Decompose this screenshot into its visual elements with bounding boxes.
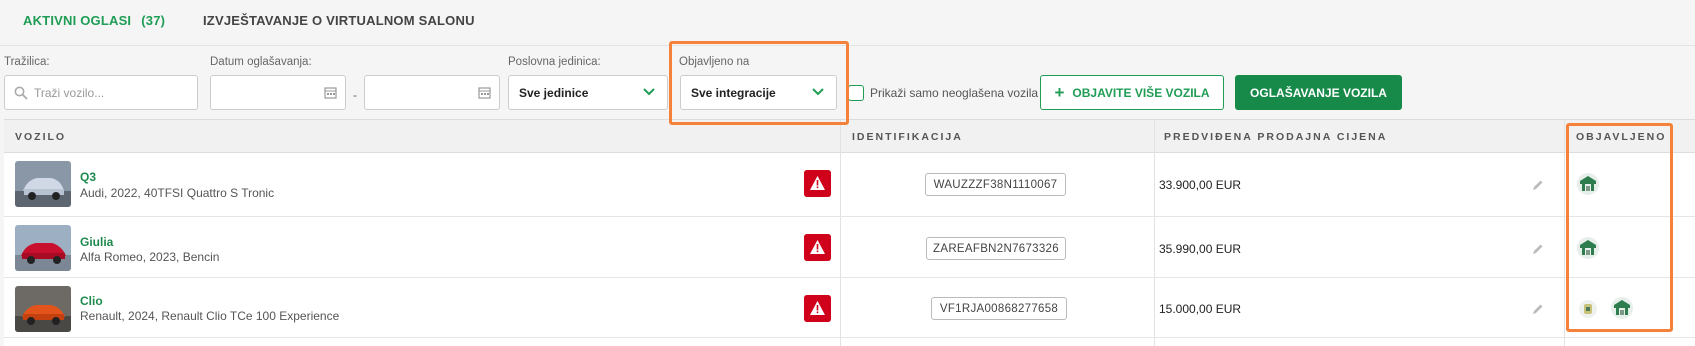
pencil-icon[interactable] <box>1532 179 1544 191</box>
warning-icon[interactable] <box>804 170 831 197</box>
vehicle-model-link[interactable]: Q3 <box>80 170 96 184</box>
vehicle-thumbnail[interactable] <box>15 225 71 271</box>
search-icon <box>14 86 28 100</box>
chevron-down-icon <box>812 88 824 96</box>
vehicle-details: Audi, 2022, 40TFSI Quattro S Tronic <box>80 186 275 200</box>
tab-bar: AKTIVNI OGLASI (37) IZVJEŠTAVANJE O VIRTU… <box>0 0 1695 46</box>
date-from-input[interactable] <box>210 75 346 110</box>
vehicles-table: VOZILO IDENTIFIKACIJA PREDVIĐENA PRODAJN… <box>4 119 1695 346</box>
table-header: VOZILO IDENTIFIKACIJA PREDVIĐENA PRODAJN… <box>4 120 1695 153</box>
only-unadvertised-label: Prikaži samo neoglašena vozila <box>870 86 1039 100</box>
integration-logo-icon <box>1611 297 1633 319</box>
publish-more-button[interactable]: + OBJAVITE VIŠE VOZILA <box>1040 75 1224 110</box>
vehicle-details: Alfa Romeo, 2023, Bencin <box>80 250 220 264</box>
date-label: Datum oglašavanja: <box>210 56 312 68</box>
pencil-icon[interactable] <box>1532 303 1544 315</box>
price-value: 15.000,00 EUR <box>1159 302 1242 316</box>
table-row[interactable]: Giulia Alfa Romeo, 2023, Bencin ZAREAFBN… <box>4 217 1695 278</box>
column-header-published[interactable]: OBJAVLJENO <box>1576 131 1666 143</box>
vin-badge: VF1RJA00868277658 <box>931 297 1067 320</box>
table-row[interactable]: Clio Renault, 2024, Renault Clio TCe 100… <box>4 278 1695 338</box>
warning-icon[interactable] <box>804 234 831 261</box>
search-placeholder: Traži vozilo... <box>34 86 105 100</box>
column-header-vehicle[interactable]: VOZILO <box>15 131 66 143</box>
pencil-icon[interactable] <box>1532 243 1544 255</box>
vin-badge: ZAREAFBN2N7673326 <box>926 237 1066 260</box>
calendar-icon[interactable] <box>478 86 491 99</box>
tab-active-ads-count: (37) <box>141 13 166 28</box>
warning-icon[interactable] <box>804 295 831 322</box>
integration-logo-small-icon <box>1579 300 1597 318</box>
tab-active-ads[interactable]: AKTIVNI OGLASI (37) <box>23 13 165 28</box>
chevron-down-icon <box>643 88 655 96</box>
vin-badge: WAUZZZF38N1110067 <box>925 173 1066 196</box>
plus-icon: + <box>1054 83 1065 102</box>
vehicle-thumbnail[interactable] <box>15 161 71 207</box>
vehicle-model-link[interactable]: Clio <box>80 294 103 308</box>
tab-virtual-showroom-report[interactable]: IZVJEŠTAVANJE O VIRTUALNOM SALONU <box>203 13 475 28</box>
date-separator: - <box>353 88 357 102</box>
vehicle-model-link[interactable]: Giulia <box>80 235 113 249</box>
business-unit-value: Sve jedinice <box>519 86 589 100</box>
column-header-identification[interactable]: IDENTIFIKACIJA <box>852 131 963 143</box>
advertise-vehicle-button[interactable]: OGLAŠAVANJE VOZILA <box>1235 75 1402 110</box>
business-unit-select[interactable]: Sve jedinice <box>508 75 668 110</box>
calendar-icon[interactable] <box>324 86 337 99</box>
business-unit-label: Poslovna jedinica: <box>508 56 601 68</box>
date-to-input[interactable] <box>364 75 500 110</box>
published-on-value: Sve integracije <box>691 86 776 100</box>
vehicle-details: Renault, 2024, Renault Clio TCe 100 Expe… <box>80 309 340 323</box>
only-unadvertised-checkbox[interactable] <box>848 85 864 101</box>
integration-logo-icon <box>1577 173 1599 195</box>
price-value: 35.990,00 EUR <box>1159 242 1242 256</box>
search-field[interactable]: Traži vozilo... <box>4 75 198 110</box>
vehicle-thumbnail[interactable] <box>15 286 71 332</box>
tab-active-ads-label: AKTIVNI OGLASI <box>23 13 132 28</box>
column-header-price[interactable]: PREDVIĐENA PRODAJNA CIJENA <box>1164 131 1387 143</box>
search-label: Tražilica: <box>4 56 50 68</box>
published-on-label: Objavljeno na <box>679 56 750 68</box>
publish-more-label: OBJAVITE VIŠE VOZILA <box>1072 85 1210 100</box>
table-row[interactable]: Q3 Audi, 2022, 40TFSI Quattro S Tronic W… <box>4 153 1695 217</box>
price-value: 33.900,00 EUR <box>1159 178 1242 192</box>
integration-logo-icon <box>1577 237 1599 259</box>
published-on-select[interactable]: Sve integracije <box>680 75 837 110</box>
